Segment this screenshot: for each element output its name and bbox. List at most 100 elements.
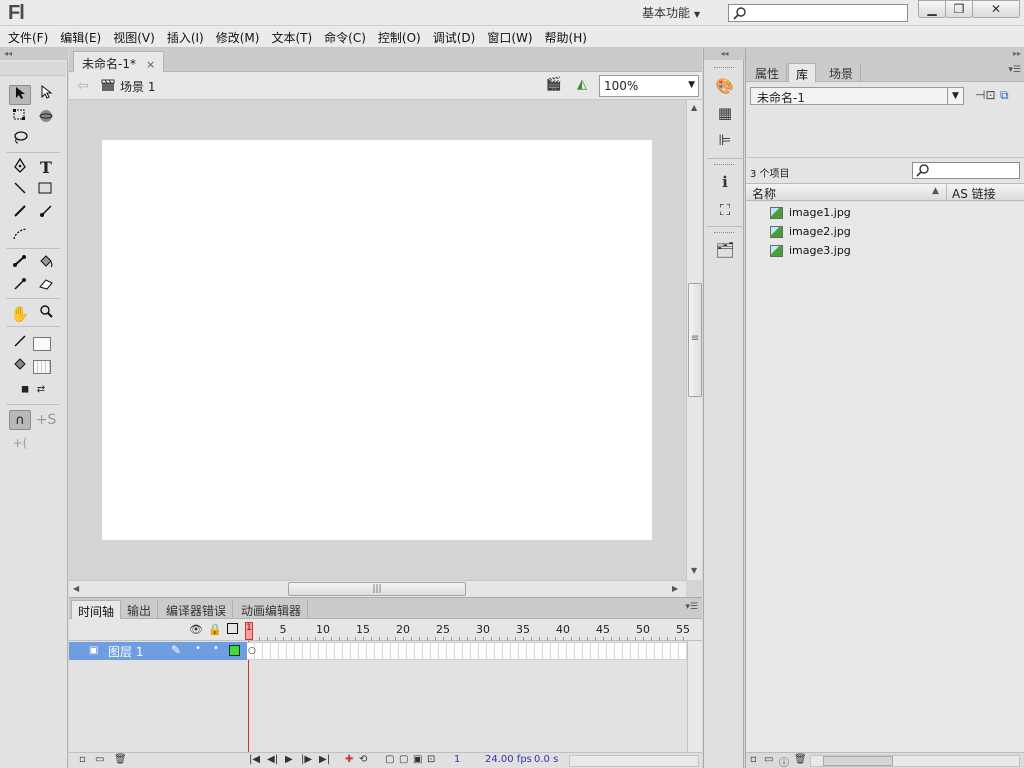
menu-window[interactable]: 窗口(W) bbox=[481, 26, 538, 47]
panel-menu-icon[interactable]: ▾☰ bbox=[1008, 65, 1021, 75]
panel-menu-icon[interactable]: ▾☰ bbox=[685, 602, 698, 612]
tab-motion-editor[interactable]: 动画编辑器 bbox=[235, 600, 309, 620]
smooth-icon[interactable]: +S bbox=[35, 410, 57, 430]
current-frame[interactable]: 1 bbox=[454, 754, 460, 765]
fill-color-swatch[interactable] bbox=[33, 360, 51, 374]
eyedropper-icon[interactable] bbox=[9, 277, 31, 297]
column-as-linkage[interactable]: AS 链接 bbox=[952, 185, 996, 202]
properties-icon[interactable]: ⓘ bbox=[779, 754, 789, 768]
menu-text[interactable]: 文本(T) bbox=[265, 26, 318, 47]
library-search-input[interactable] bbox=[912, 162, 1020, 179]
menu-control[interactable]: 控制(O) bbox=[372, 26, 427, 47]
expand-panels-button[interactable]: ◂◂ bbox=[704, 48, 745, 60]
menu-insert[interactable]: 插入(I) bbox=[161, 26, 210, 47]
play-icon[interactable]: ▶ bbox=[285, 754, 293, 765]
collapse-tools-button[interactable]: ◂◂ bbox=[0, 48, 68, 60]
snap-magnet-icon[interactable]: ∩ bbox=[9, 410, 31, 430]
text-tool-icon[interactable]: T bbox=[35, 158, 57, 178]
timeline-horizontal-scrollbar[interactable] bbox=[569, 755, 699, 767]
list-item[interactable]: image3.jpg bbox=[746, 242, 1024, 261]
outline-icon[interactable] bbox=[227, 623, 238, 634]
column-divider[interactable] bbox=[946, 184, 947, 200]
tab-library[interactable]: 库 bbox=[788, 63, 817, 82]
menu-commands[interactable]: 命令(C) bbox=[318, 26, 372, 47]
brush-icon[interactable] bbox=[35, 204, 57, 224]
playhead[interactable]: 1 bbox=[245, 622, 253, 640]
step-forward-icon[interactable]: |▶ bbox=[301, 754, 312, 765]
list-item[interactable]: image1.jpg bbox=[746, 204, 1024, 223]
delete-layer-icon[interactable]: 🗑 bbox=[114, 754, 127, 765]
edit-multiple-frames-icon[interactable]: ▣ bbox=[413, 754, 422, 765]
align-panel-icon[interactable]: ⊫ bbox=[714, 130, 736, 150]
document-tab[interactable]: 未命名-1* × bbox=[73, 51, 165, 72]
rectangle-tool-icon[interactable] bbox=[35, 181, 57, 201]
layer-name[interactable]: 图层 1 bbox=[108, 643, 143, 660]
frame-rate[interactable]: 24.00 fps bbox=[485, 754, 532, 765]
stroke-color-icon[interactable] bbox=[9, 334, 31, 354]
workspace-switcher[interactable]: 基本功能 ▼ bbox=[632, 2, 712, 22]
onion-outline-icon[interactable]: ▢ bbox=[399, 754, 408, 765]
timeline-vertical-scrollbar[interactable] bbox=[687, 641, 702, 754]
tab-scene[interactable]: 场景 bbox=[822, 63, 862, 82]
paint-bucket-icon[interactable] bbox=[35, 254, 57, 274]
visibility-dot[interactable]: • bbox=[195, 643, 201, 654]
stage-horizontal-scrollbar[interactable]: ◀ ||| ▶ bbox=[69, 580, 686, 597]
new-library-panel-icon[interactable]: ⧉ bbox=[1000, 88, 1009, 103]
scroll-thumb[interactable]: ≡ bbox=[688, 283, 702, 397]
edit-symbols-icon[interactable]: ◭ bbox=[571, 77, 593, 95]
close-tab-icon[interactable]: × bbox=[146, 58, 155, 71]
scroll-left-icon[interactable]: ◀ bbox=[73, 584, 79, 593]
menu-view[interactable]: 视图(V) bbox=[107, 26, 161, 47]
info-panel-icon[interactable]: ℹ bbox=[714, 172, 736, 192]
subselection-tool-icon[interactable] bbox=[35, 84, 57, 105]
stroke-color-swatch[interactable] bbox=[33, 337, 51, 351]
delete-icon[interactable]: 🗑 bbox=[794, 754, 807, 765]
hand-icon[interactable]: ✋ bbox=[9, 304, 31, 324]
transform-panel-icon[interactable]: ⛶ bbox=[714, 200, 736, 220]
tab-compiler-errors[interactable]: 编译器错误 bbox=[160, 600, 234, 620]
pen-icon[interactable] bbox=[9, 157, 31, 178]
strip-grip[interactable] bbox=[714, 67, 734, 70]
go-first-frame-icon[interactable]: |◀ bbox=[249, 754, 260, 765]
zoom-select[interactable]: 100% ▼ bbox=[599, 75, 699, 97]
swatches-panel-icon[interactable]: ▦ bbox=[714, 103, 736, 123]
frame-ruler[interactable]: 5 10 15 20 25 30 35 40 45 50 55 bbox=[247, 619, 690, 641]
lasso-icon[interactable] bbox=[9, 131, 31, 151]
pencil-icon[interactable] bbox=[9, 204, 31, 224]
frame-cells[interactable]: ○ bbox=[247, 642, 687, 660]
selection-tool-icon[interactable] bbox=[9, 85, 31, 105]
eraser-icon[interactable] bbox=[35, 277, 57, 297]
scene-label[interactable]: 场景 1 bbox=[120, 78, 155, 95]
strip-grip[interactable] bbox=[714, 164, 734, 167]
menu-edit[interactable]: 编辑(E) bbox=[54, 26, 107, 47]
go-last-frame-icon[interactable]: ▶| bbox=[319, 754, 330, 765]
menu-help[interactable]: 帮助(H) bbox=[539, 26, 593, 47]
tab-timeline[interactable]: 时间轴 bbox=[71, 600, 122, 620]
zoom-icon[interactable] bbox=[35, 304, 57, 324]
list-item[interactable]: image2.jpg bbox=[746, 223, 1024, 242]
components-panel-icon[interactable]: 🗂 bbox=[714, 240, 736, 260]
loop-icon[interactable]: ⟲ bbox=[359, 754, 367, 765]
deco-tool-icon[interactable] bbox=[9, 227, 31, 247]
help-search-input[interactable] bbox=[728, 4, 908, 22]
stage-vertical-scrollbar[interactable]: ▲ ≡ ▼ bbox=[686, 100, 702, 580]
minimize-button[interactable]: ▁ bbox=[918, 0, 946, 18]
tab-output[interactable]: 输出 bbox=[121, 600, 159, 620]
scroll-thumb[interactable]: ||| bbox=[288, 582, 466, 596]
layer-row[interactable]: ▣ 图层 1 ✎ • • bbox=[69, 642, 247, 660]
lock-icon[interactable]: 🔒 bbox=[208, 623, 222, 636]
free-transform-icon[interactable] bbox=[9, 108, 31, 128]
strip-grip[interactable] bbox=[714, 232, 734, 235]
collapse-panel-button[interactable]: ▸▸ bbox=[746, 48, 1024, 60]
scroll-up-icon[interactable]: ▲ bbox=[691, 103, 697, 112]
pin-library-icon[interactable]: ⊣⊡ bbox=[975, 88, 996, 102]
keyframe-icon[interactable]: ○ bbox=[248, 646, 256, 656]
stage-area[interactable]: ▲ ≡ ▼ ◀ ||| ▶ bbox=[69, 100, 702, 597]
center-frame-icon[interactable]: ✚ bbox=[345, 754, 353, 765]
modify-onion-markers-icon[interactable]: ⊡ bbox=[427, 754, 435, 765]
library-document-select[interactable]: 未命名-1 ▼ bbox=[750, 87, 964, 105]
bone-tool-icon[interactable] bbox=[9, 254, 31, 274]
sort-ascending-icon[interactable]: ▲ bbox=[932, 186, 939, 196]
menu-debug[interactable]: 调试(D) bbox=[427, 26, 482, 47]
new-folder-icon[interactable]: ▭ bbox=[764, 754, 773, 765]
